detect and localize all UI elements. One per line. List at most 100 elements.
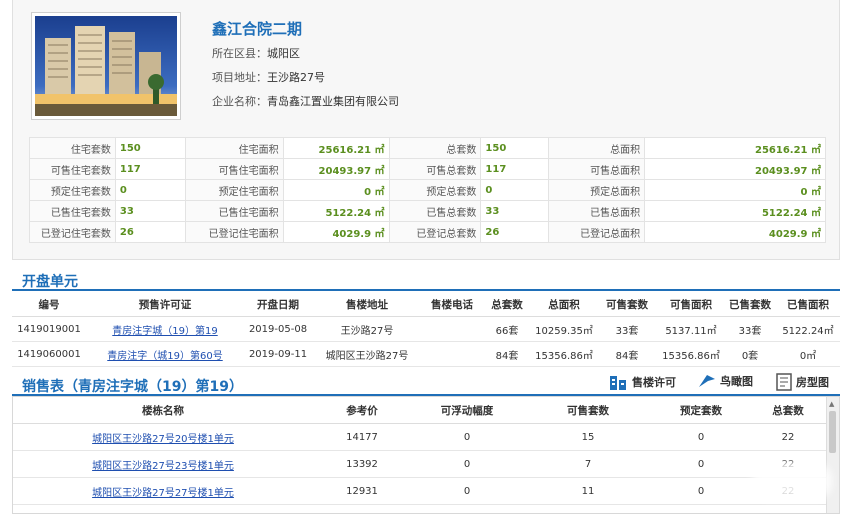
scroll-up-icon[interactable]: ▲ [829,400,834,408]
sales-row: 城阳区王沙路27号20号楼1单元 14177 0 15 0 22 [13,423,827,451]
units-cell: 66套 [482,316,532,342]
stat-label: 预定总套数 [388,179,482,201]
stat-label: 总套数 [388,137,482,159]
sales-cell: 12931 [313,477,411,505]
units-section-divider [12,289,840,291]
project-photo [31,12,181,120]
sales-cell: 22 [749,423,827,451]
units-cell: 84套 [596,341,658,367]
stat-value: 25616.21 ㎡ [282,137,390,159]
units-header-cell: 总面积 [532,292,596,317]
units-header-cell: 编号 [12,292,86,317]
tool-aerial-view[interactable]: 鸟瞰图 [698,373,753,389]
units-header-cell: 已售套数 [724,292,776,317]
stat-label: 住宅套数 [29,137,116,159]
address-line: 项目地址：王沙路27号 [212,69,325,85]
bird-icon [699,375,715,387]
sales-cell: 0 [411,450,523,478]
sales-table-box: 楼栋名称 参考价 可浮动幅度 可售套数 预定套数 总套数 城阳区王沙路27号20号楼1单元… [12,396,840,514]
stat-value: 33 [114,200,186,222]
stats-row: 住宅套数 150 住宅面积 25616.21 ㎡总套数 150 总面积 25616.21 ㎡ [29,137,826,159]
sales-cell: 11 [523,477,653,505]
sales-header-cell: 总套数 [749,397,827,424]
stats-row: 可售住宅套数 117 可售住宅面积 20493.97 ㎡可售总套数 117 可售总面积 20… [29,158,826,180]
units-header-cell: 预售许可证 [86,292,244,317]
building-unit-link[interactable]: 城阳区王沙路27号27号楼1单元 [92,488,234,499]
permit-link[interactable]: 青房注字城（19）第19 [112,326,217,337]
units-cell: 15356.86㎡ [532,341,596,367]
stat-label: 可售总面积 [548,158,646,180]
tool-aerial-view-label: 鸟瞰图 [720,375,753,388]
stats-table: 住宅套数 150 住宅面积 25616.21 ㎡总套数 150 总面积 25616.21 ㎡… [29,137,826,243]
units-cell: 青房注字（城19）第60号 [86,341,244,367]
units-cell: 0套 [724,341,776,367]
stat-label: 可售住宅面积 [184,158,284,180]
stat-value: 117 [480,158,550,180]
units-cell: 5137.11㎡ [658,316,724,342]
scroll-thumb[interactable] [829,411,836,453]
units-header-cell: 总套数 [482,292,532,317]
district-line: 所在区县：城阳区 [212,45,300,61]
sales-scrollbar[interactable]: ▲ [826,397,839,513]
tool-floorplan-label: 房型图 [796,376,829,389]
sales-cell: 0 [653,423,749,451]
sales-header-cell: 可售套数 [523,397,653,424]
units-header-cell: 可售面积 [658,292,724,317]
stat-label: 已售总面积 [548,200,646,222]
tool-sale-permit[interactable]: 售楼许可 [608,373,676,391]
stat-label: 已登记总套数 [388,221,482,243]
tool-floorplan[interactable]: 房型图 [776,373,829,391]
stat-label: 住宅面积 [184,137,284,159]
stat-value: 150 [114,137,186,159]
units-header-cell: 售楼电话 [422,292,482,317]
stat-label: 已售住宅套数 [29,200,116,222]
stat-value: 26 [114,221,186,243]
units-header-cell: 开盘日期 [244,292,312,317]
units-cell: 10259.35㎡ [532,316,596,342]
stat-value: 0 [114,179,186,201]
sales-cell: 0 [653,477,749,505]
stat-label: 已售住宅面积 [184,200,284,222]
sales-header-cell: 参考价 [313,397,411,424]
sales-cell: 城阳区王沙路27号27号楼1单元 [13,477,313,505]
district-value: 城阳区 [267,47,300,60]
stat-value: 25616.21 ㎡ [644,137,826,159]
company-value: 青岛鑫江置业集团有限公司 [267,95,399,108]
building-icon [610,376,626,390]
permit-link[interactable]: 青房注字（城19）第60号 [107,351,222,362]
building-unit-link[interactable]: 城阳区王沙路27号20号楼1单元 [92,434,234,445]
units-header-cell: 售楼地址 [312,292,422,317]
stat-value: 0 [480,179,550,201]
stat-value: 26 [480,221,550,243]
sales-cell: 0 [411,423,523,451]
units-cell: 84套 [482,341,532,367]
stat-label: 已登记住宅面积 [184,221,284,243]
stat-value: 4029.9 ㎡ [644,221,826,243]
units-section-title: 开盘单元 [22,274,78,290]
stat-value: 5122.24 ㎡ [282,200,390,222]
units-cell [422,316,482,342]
units-cell: 33套 [596,316,658,342]
units-cell [422,341,482,367]
stat-label: 预定总面积 [548,179,646,201]
sales-cell: 0 [653,450,749,478]
stat-value: 5122.24 ㎡ [644,200,826,222]
sales-table: 楼栋名称 参考价 可浮动幅度 可售套数 预定套数 总套数 城阳区王沙路27号20号楼1单元… [13,397,827,505]
units-cell: 15356.86㎡ [658,341,724,367]
stat-value: 0 ㎡ [644,179,826,201]
units-cell: 1419019001 [12,316,86,342]
units-table: 编号 预售许可证 开盘日期 售楼地址 售楼电话 总套数 总面积 可售套数 可售面积 已售套数 已售面… [12,292,840,367]
sales-cell: 13392 [313,450,411,478]
sales-section-title: 销售表（青房注字城（19）第19） [22,379,243,395]
stats-row: 已售住宅套数 33 已售住宅面积 5122.24 ㎡已售总套数 33 已售总面积 5122.… [29,200,826,222]
units-cell: 王沙路27号 [312,316,422,342]
units-cell: 2019-09-11 [244,341,312,367]
stat-label: 预定住宅面积 [184,179,284,201]
sales-cell: 14177 [313,423,411,451]
units-cell: 33套 [724,316,776,342]
stat-value: 4029.9 ㎡ [282,221,390,243]
floorplan-icon [776,373,792,391]
units-cell: 1419060001 [12,341,86,367]
units-cell: 5122.24㎡ [776,316,840,342]
building-unit-link[interactable]: 城阳区王沙路27号23号楼1单元 [92,461,234,472]
